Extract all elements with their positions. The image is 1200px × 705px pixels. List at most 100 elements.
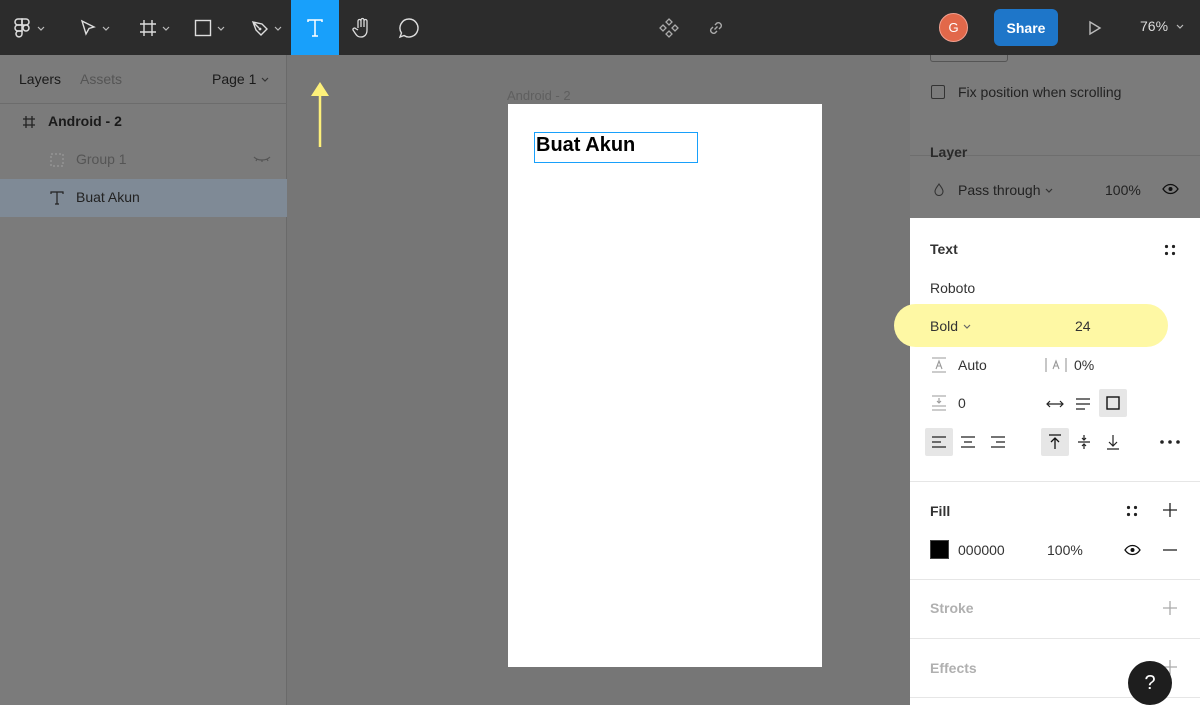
arrow-up-icon xyxy=(311,82,329,147)
chevron-down-icon xyxy=(162,26,170,31)
rectangle-icon xyxy=(194,19,212,36)
line-height-input[interactable]: Auto xyxy=(958,357,987,373)
add-stroke-button[interactable] xyxy=(1162,600,1178,616)
tab-assets[interactable]: Assets xyxy=(80,71,122,87)
tab-layers[interactable]: Layers xyxy=(19,71,61,87)
text-layer-content: Buat Akun xyxy=(536,134,636,156)
fill-visibility-button[interactable] xyxy=(1123,543,1141,557)
eye-icon xyxy=(1123,544,1141,556)
fix-position-label: Fix position when scrolling xyxy=(958,84,1122,100)
group-icon xyxy=(48,151,66,169)
frame-tool-button[interactable] xyxy=(130,0,180,55)
pen-icon xyxy=(251,20,268,36)
help-button[interactable]: ? xyxy=(1128,661,1172,705)
comment-tool-button[interactable] xyxy=(387,0,431,55)
align-bottom-button[interactable] xyxy=(1099,428,1127,456)
toolbar: G Share 76% xyxy=(0,0,1200,55)
figma-logo-icon xyxy=(14,17,30,38)
zoom-level: 76% xyxy=(1140,18,1169,34)
styles-icon xyxy=(1164,244,1176,256)
fill-color-swatch[interactable] xyxy=(930,540,949,559)
page-selector-label: Page 1 xyxy=(212,71,257,87)
layers-panel: Layers Assets Page 1 Android - 2 Group 1… xyxy=(0,55,287,705)
chevron-down-icon xyxy=(1045,188,1053,193)
text-tool-button[interactable] xyxy=(291,0,339,55)
blend-mode-select[interactable]: Pass through xyxy=(958,182,1054,198)
effects-section-title: Effects xyxy=(930,660,977,676)
layer-item-frame[interactable]: Android - 2 xyxy=(0,103,287,141)
remove-fill-button[interactable] xyxy=(1162,542,1178,558)
align-right-button[interactable] xyxy=(984,428,1012,456)
fill-opacity-input[interactable]: 100% xyxy=(1047,542,1083,558)
text-section-title: Text xyxy=(930,241,958,257)
text-lines-icon xyxy=(1076,398,1090,410)
frame-label[interactable]: Android - 2 xyxy=(507,88,571,103)
hand-icon xyxy=(352,17,368,38)
chevron-down-icon xyxy=(274,26,282,31)
layer-item-label: Buat Akun xyxy=(76,189,140,205)
components-button[interactable] xyxy=(655,0,683,55)
chevron-down-icon xyxy=(217,26,225,31)
text-styles-button[interactable] xyxy=(1162,242,1178,258)
main-menu-button[interactable] xyxy=(10,0,50,55)
link-icon xyxy=(710,21,722,34)
page-selector[interactable]: Page 1 xyxy=(212,71,270,87)
fill-styles-button[interactable] xyxy=(1124,503,1140,519)
blend-mode-icon xyxy=(934,183,944,199)
auto-width-button[interactable] xyxy=(1044,393,1066,415)
properties-panel-top: Layer Pass through 100% xyxy=(910,55,1200,218)
auto-height-button[interactable] xyxy=(1072,393,1094,415)
blend-mode-value: Pass through xyxy=(958,182,1041,198)
present-button[interactable] xyxy=(1082,0,1108,55)
canvas[interactable]: Android - 2 Buat Akun xyxy=(288,55,910,705)
cursor-icon xyxy=(80,19,96,36)
link-button[interactable] xyxy=(702,0,730,55)
align-middle-button[interactable] xyxy=(1070,428,1098,456)
minus-icon xyxy=(1163,549,1177,551)
align-left-button[interactable] xyxy=(925,428,953,456)
more-options-button[interactable] xyxy=(1158,433,1182,451)
square-icon xyxy=(1106,396,1120,410)
chevron-down-icon xyxy=(261,77,269,82)
align-top-button[interactable] xyxy=(1041,428,1069,456)
line-height-icon xyxy=(930,356,948,374)
selected-text-layer[interactable]: Buat Akun xyxy=(534,132,698,163)
layer-opacity-input[interactable]: 100% xyxy=(1105,182,1141,198)
fix-position-checkbox[interactable] xyxy=(931,85,945,99)
add-fill-button[interactable] xyxy=(1162,502,1178,518)
layer-item-label: Android - 2 xyxy=(48,113,122,129)
move-tool-button[interactable] xyxy=(70,0,120,55)
paragraph-spacing-input[interactable]: 0 xyxy=(958,395,966,411)
fixed-size-button[interactable] xyxy=(1099,389,1127,417)
user-avatar[interactable]: G xyxy=(939,13,968,42)
align-center-button[interactable] xyxy=(954,428,982,456)
divider xyxy=(910,481,1200,482)
font-family-select[interactable]: Roboto xyxy=(930,280,975,296)
android-frame[interactable]: Buat Akun xyxy=(508,104,822,667)
font-size-input[interactable]: 24 xyxy=(1075,318,1091,334)
frame-icon xyxy=(140,19,156,36)
constraint-dropdown[interactable] xyxy=(930,55,1008,62)
font-weight-select[interactable]: Bold xyxy=(930,318,972,334)
fill-hex-input[interactable]: 000000 xyxy=(958,542,1005,558)
plus-icon xyxy=(1163,601,1177,615)
letter-spacing-input[interactable]: 0% xyxy=(1074,357,1094,373)
zoom-control[interactable]: 76% xyxy=(1140,18,1185,34)
component-icon xyxy=(659,17,679,38)
shape-tool-button[interactable] xyxy=(185,0,235,55)
eye-icon[interactable] xyxy=(1162,183,1179,198)
layer-item-text[interactable]: Buat Akun xyxy=(0,179,287,217)
styles-icon xyxy=(1126,505,1138,517)
align-right-icon xyxy=(991,436,1005,448)
hidden-eye-icon[interactable] xyxy=(253,153,271,168)
comment-icon xyxy=(398,17,419,38)
paragraph-spacing-icon xyxy=(930,394,948,412)
divider xyxy=(910,579,1200,580)
share-button[interactable]: Share xyxy=(994,9,1058,46)
layer-item-group[interactable]: Group 1 xyxy=(0,141,287,179)
layer-section-title: Layer xyxy=(930,144,968,160)
pen-tool-button[interactable] xyxy=(242,0,292,55)
fill-section-title: Fill xyxy=(930,503,951,519)
hand-tool-button[interactable] xyxy=(339,0,385,55)
align-middle-icon xyxy=(1078,435,1090,449)
